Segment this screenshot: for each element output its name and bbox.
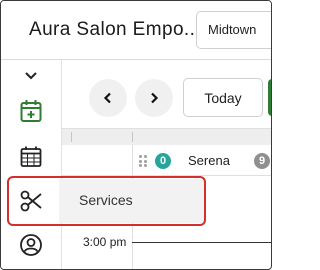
chevron-down-icon[interactable]	[1, 71, 61, 81]
calendar-scroll-strip	[62, 128, 271, 146]
staff-header-row: 0 Serena 9	[62, 145, 271, 176]
location-dropdown[interactable]: Midtown	[196, 11, 271, 49]
user-circle-icon[interactable]	[1, 233, 61, 257]
previous-day-button[interactable]	[89, 79, 127, 117]
chevron-right-icon	[151, 92, 159, 104]
next-day-button[interactable]	[135, 79, 173, 117]
appointment-count-badge: 0	[155, 153, 171, 169]
appointment-count-badge: 9	[254, 153, 270, 169]
drag-handle-icon[interactable]	[139, 155, 148, 167]
add-appointment-button[interactable]	[268, 79, 271, 116]
calendar-add-icon[interactable]	[1, 98, 61, 124]
app-window: Aura Salon Empo.. Midtown Today 0 Serena…	[0, 0, 272, 270]
time-label: 3:00 pm	[83, 235, 127, 249]
chevron-left-icon	[103, 92, 111, 104]
today-button[interactable]: Today	[183, 78, 263, 117]
hour-gridline	[132, 242, 271, 243]
date-toolbar: Today	[62, 60, 271, 128]
top-header: Aura Salon Empo.. Midtown	[1, 1, 271, 60]
highlight-box	[7, 176, 206, 226]
app-title: Aura Salon Empo..	[29, 19, 196, 40]
staff-name: Serena	[188, 153, 230, 168]
calendar-grid-icon[interactable]	[1, 146, 61, 168]
sidebar	[1, 60, 62, 269]
